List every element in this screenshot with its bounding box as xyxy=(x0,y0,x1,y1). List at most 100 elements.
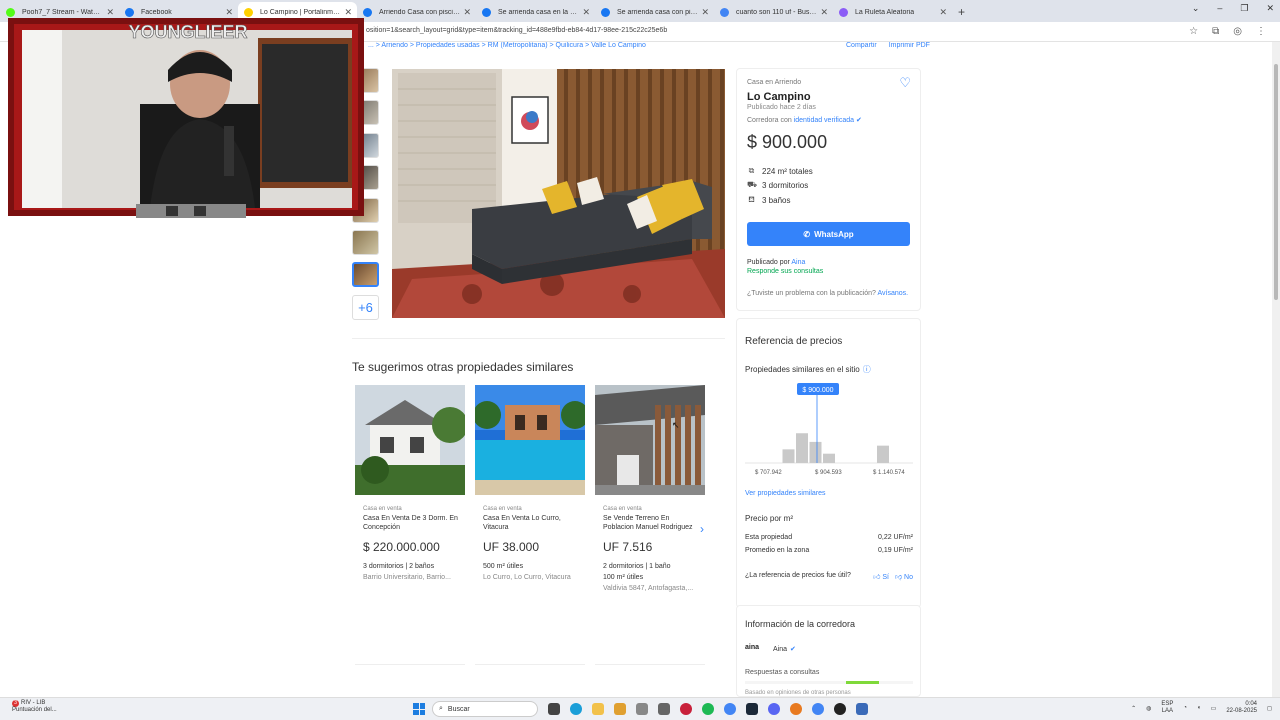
volume-icon[interactable]: ◖ xyxy=(1197,705,1201,711)
carousel-next-icon[interactable]: › xyxy=(700,522,704,536)
menu-kebab-icon[interactable]: ⋮ xyxy=(1256,26,1266,37)
tray-chevron-icon[interactable]: ⌃ xyxy=(1131,705,1136,712)
thumbs-up-button[interactable]: 👍︎ Sí xyxy=(873,572,889,581)
breadcrumb[interactable]: ... > Arriendo > Propiedades usadas > RM… xyxy=(368,42,646,49)
page-scrollbar[interactable] xyxy=(1272,42,1280,697)
favorite-heart-icon[interactable]: ♡ xyxy=(899,75,911,91)
calculator-icon[interactable] xyxy=(856,703,868,715)
report-problem: ¿Tuviste un problema con la publicación?… xyxy=(747,290,908,297)
histogram-bar xyxy=(877,445,889,463)
close-window-button[interactable]: ✕ xyxy=(1266,3,1274,14)
tab-close-icon[interactable]: ✕ xyxy=(463,7,471,18)
share-link[interactable]: Compartir xyxy=(846,42,877,49)
histogram-tick: $ 904.593 xyxy=(815,470,842,476)
feature-text: 3 dormitorios xyxy=(762,180,809,190)
clock-time: 0:04 xyxy=(1245,701,1258,707)
clock[interactable]: 0:04 22-08-2025 xyxy=(1226,701,1257,715)
similar-card[interactable]: Casa en venta Casa En Venta De 3 Dorm. E… xyxy=(355,385,465,665)
browser-tab[interactable]: cuanto son 110 uf - Buscar con✕ xyxy=(714,2,833,22)
similar-photo[interactable] xyxy=(355,385,465,495)
similar-card[interactable]: Casa en venta Casa En Venta Lo Curro, Vi… xyxy=(475,385,585,665)
steam-icon[interactable] xyxy=(746,703,758,715)
network-icon[interactable]: ◍ xyxy=(1146,705,1151,712)
whatsapp-button[interactable]: ✆ WhatsApp xyxy=(747,222,910,246)
chrome-icon-2[interactable] xyxy=(812,703,824,715)
info-icon[interactable]: ⓘ xyxy=(863,365,871,374)
tab-favicon-icon xyxy=(601,8,610,17)
new-tab-button[interactable]: + xyxy=(958,5,965,19)
language-indicator[interactable]: ESP LAA xyxy=(1161,701,1173,715)
mouse-cursor-icon: ↖ xyxy=(672,420,680,430)
edge-icon[interactable] xyxy=(570,703,582,715)
responds-status: Responde sus consultas xyxy=(747,268,824,275)
similar-card[interactable]: Casa en venta Se Vende Terreno En Poblac… xyxy=(595,385,705,665)
print-pdf-link[interactable]: Imprimir PDF xyxy=(889,42,930,49)
agency-name-text[interactable]: Aina xyxy=(773,646,787,653)
price-histogram: $ 900.000 $ 707.942 $ 904.593 $ 1.140.57… xyxy=(745,383,913,476)
tab-close-icon[interactable]: ✕ xyxy=(582,7,590,18)
browser-tab[interactable]: Arriendo Casa con piscina pod✕ xyxy=(357,2,476,22)
profile-icon[interactable]: ◎ xyxy=(1233,26,1242,37)
bookmark-star-icon[interactable]: ☆ xyxy=(1189,26,1198,37)
published-by-prefix: Publicado por xyxy=(747,259,790,266)
similar-title[interactable]: Casa En Venta De 3 Dorm. En Concepción xyxy=(363,514,459,532)
gallery-thumbnail[interactable] xyxy=(352,229,379,255)
browser-tab[interactable]: Se arrienda casa con piscina -✕ xyxy=(595,2,714,22)
extensions-icon[interactable]: ⧉ xyxy=(1212,26,1219,37)
feature-text: 224 m² totales xyxy=(762,166,813,176)
media-icon[interactable] xyxy=(680,703,692,715)
m2-row-label: Promedio en la zona xyxy=(745,547,810,554)
m2-row-this: Esta propiedad 0,22 UF/m² xyxy=(745,534,913,541)
listing-title: Lo Campino xyxy=(747,91,811,103)
similar-title[interactable]: Se Vende Terreno En Poblacion Manuel Rod… xyxy=(603,514,699,532)
publisher-link[interactable]: Aina xyxy=(791,259,805,266)
settings-icon[interactable] xyxy=(636,703,648,715)
discord-icon[interactable] xyxy=(768,703,780,715)
url-field[interactable]: osition=1&search_layout=grid&type=item&t… xyxy=(366,27,667,34)
gallery-more-button[interactable]: +6 xyxy=(352,294,379,320)
webcam-overlay: YOUNGLIEER xyxy=(0,14,367,224)
battery-icon[interactable]: ▭ xyxy=(1211,705,1217,712)
tab-title: Arriendo Casa con piscina pod xyxy=(379,8,460,16)
browser-tab[interactable]: La Ruleta Aleatoria ✕ xyxy=(833,2,952,22)
similar-title[interactable]: Casa En Venta Lo Curro, Vitacura xyxy=(483,514,579,532)
divider xyxy=(352,338,725,339)
feature-text: 3 baños xyxy=(762,195,791,205)
music-icon[interactable] xyxy=(658,703,670,715)
gallery-thumbnail-selected[interactable] xyxy=(352,262,379,288)
obs-icon[interactable] xyxy=(834,703,846,715)
search-placeholder: Buscar xyxy=(447,705,470,713)
app-icon-2[interactable] xyxy=(790,703,802,715)
similar-photo[interactable] xyxy=(595,385,705,495)
weather-widget[interactable]: 3 RIV - LIB Puntuación del... xyxy=(12,700,57,714)
file-explorer-icon[interactable] xyxy=(592,703,604,715)
notifications-icon[interactable]: ◻ xyxy=(1267,705,1272,712)
tab-search-icon[interactable]: ⌄ xyxy=(1192,3,1200,14)
tab-close-icon[interactable]: ✕ xyxy=(939,7,947,18)
report-link[interactable]: Avísanos. xyxy=(878,290,909,297)
thumbs-down-button[interactable]: 👎︎ No xyxy=(895,572,913,581)
whatsapp-icon: ✆ xyxy=(803,229,811,239)
verified-identity-link[interactable]: identidad verificada xyxy=(794,117,854,124)
tab-close-icon[interactable]: ✕ xyxy=(820,7,828,18)
listing-card: Casa en Arriendo ♡ Lo Campino Publicado … xyxy=(736,68,921,311)
taskbar-search[interactable]: ⌕ Buscar xyxy=(432,701,538,717)
scrollbar-thumb[interactable] xyxy=(1274,64,1278,300)
tab-close-icon[interactable]: ✕ xyxy=(701,7,709,18)
spotify-icon[interactable] xyxy=(702,703,714,715)
similar-attrs: 3 dormitorios | 2 baños xyxy=(363,563,435,570)
broker-prefix: Corredora con xyxy=(747,117,792,124)
app-icon[interactable] xyxy=(614,703,626,715)
wifi-icon[interactable]: ◔ xyxy=(1183,705,1187,711)
similar-photo[interactable] xyxy=(475,385,585,495)
chrome-icon[interactable] xyxy=(724,703,736,715)
similar-label-text: Propiedades similares en el sitio xyxy=(745,365,860,374)
windows-start-icon[interactable] xyxy=(413,703,425,715)
browser-tab[interactable]: Se arrienda casa en la comuna✕ xyxy=(476,2,595,22)
lang-code: ESP xyxy=(1161,701,1174,707)
see-similar-link[interactable]: Ver propiedades similares xyxy=(745,490,826,497)
maximize-button[interactable]: ❐ xyxy=(1240,3,1248,14)
minimize-button[interactable]: – xyxy=(1217,3,1222,14)
main-photo[interactable] xyxy=(392,69,725,318)
task-view-icon[interactable] xyxy=(548,703,560,715)
